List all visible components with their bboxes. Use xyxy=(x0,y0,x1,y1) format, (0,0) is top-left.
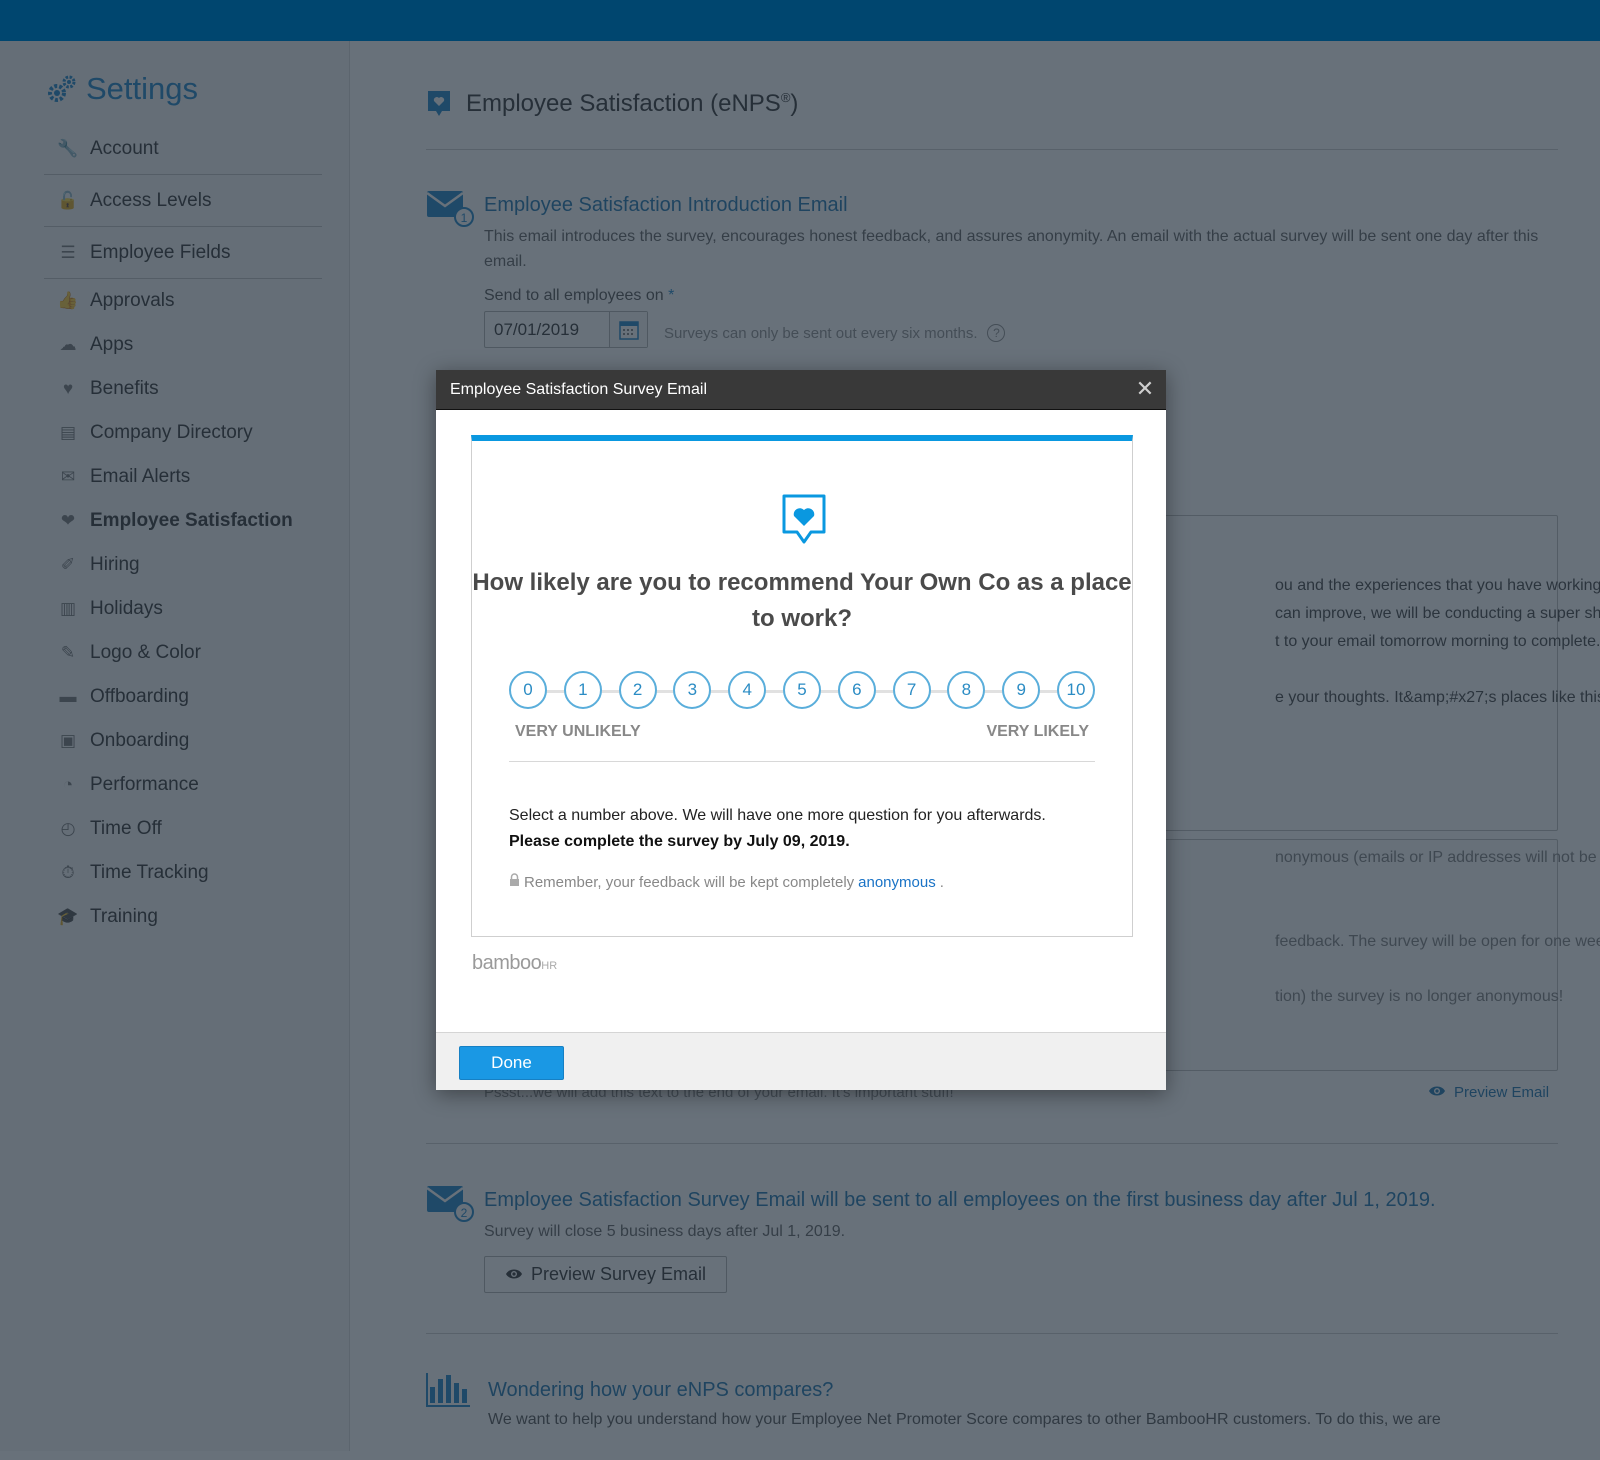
bamboohr-logo: bambooHR xyxy=(472,952,558,974)
rating-option[interactable]: 0 xyxy=(509,671,547,709)
scale-low-label: VERY UNLIKELY xyxy=(515,723,641,740)
rating-option[interactable]: 9 xyxy=(1002,671,1041,709)
survey-instructions: Select a number above. We will have one … xyxy=(509,803,1046,855)
modal-title: Employee Satisfaction Survey Email xyxy=(450,380,707,398)
lock-icon xyxy=(509,873,520,891)
modal-header: Employee Satisfaction Survey Email ✕ xyxy=(436,370,1166,410)
survey-question: How likely are you to recommend Your Own… xyxy=(472,569,1132,632)
done-button[interactable]: Done xyxy=(459,1046,564,1080)
rating-option[interactable]: 2 xyxy=(618,671,657,709)
modal-footer: Done xyxy=(436,1032,1166,1090)
rating-option[interactable]: 10 xyxy=(1057,671,1095,709)
rating-option[interactable]: 5 xyxy=(783,671,821,709)
anonymity-note: Remember, your feedback will be kept com… xyxy=(509,873,944,891)
rating-option[interactable]: 6 xyxy=(837,671,876,709)
deadline-text: Please complete the survey by July 09, 2… xyxy=(509,833,850,850)
anonymous-link[interactable]: anonymous xyxy=(858,874,936,891)
rating-option[interactable]: 1 xyxy=(563,671,602,709)
rating-option[interactable]: 8 xyxy=(947,671,986,709)
instruction-text: Select a number above. We will have one … xyxy=(509,807,1046,824)
close-icon[interactable]: ✕ xyxy=(1134,378,1156,400)
top-nav-bar xyxy=(0,0,1600,41)
heart-chat-icon xyxy=(781,493,827,552)
divider xyxy=(509,761,1095,762)
scale-high-label: VERY LIKELY xyxy=(986,723,1089,740)
rating-option[interactable]: 3 xyxy=(673,671,712,709)
survey-email-preview-modal: Employee Satisfaction Survey Email ✕ How… xyxy=(436,370,1166,1090)
email-preview-card: How likely are you to recommend Your Own… xyxy=(471,435,1133,937)
rating-scale: 0 1 2 3 4 5 6 7 8 9 10 xyxy=(509,671,1095,711)
rating-option[interactable]: 7 xyxy=(892,671,931,709)
rating-option[interactable]: 4 xyxy=(728,671,767,709)
